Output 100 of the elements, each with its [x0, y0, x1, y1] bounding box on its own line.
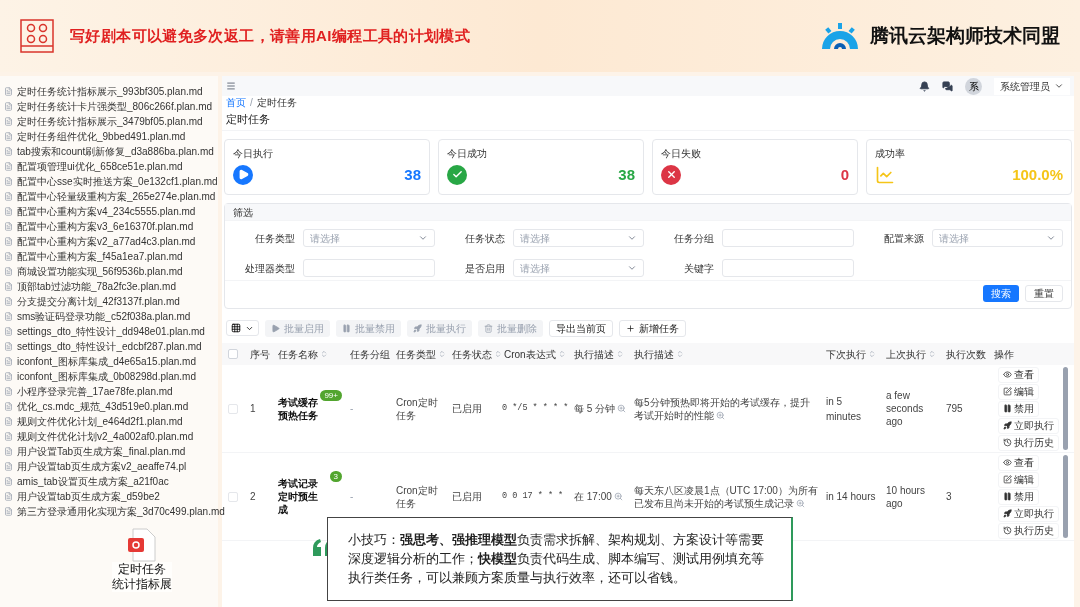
file-name[interactable]: 配置中心重构方案v4_234c5555.plan.md [17, 204, 196, 219]
tip-text: 小技巧：强思考、强推理模型负责需求拆解、架构规划、方案设计等需要深度逻辑分析的工作；快模型负责代码生成、脚本编写、测试用例填充等执行类任务，可以兼顾方案质量与执行效率，还可以省钱。 [348, 531, 765, 587]
zoom-icon[interactable] [716, 411, 725, 421]
table-cell-text: 已启用 [451, 490, 483, 504]
logo-icon [20, 19, 54, 53]
search-button[interactable]: 搜索 [983, 285, 1019, 302]
file-name[interactable]: 用户设置tab页生成方案_d59be2 [17, 489, 160, 504]
user-avatar[interactable]: 系 [965, 77, 982, 95]
field-label: 任务状态 [463, 231, 505, 246]
chat-icon[interactable] [942, 80, 953, 92]
row-checkbox[interactable] [228, 403, 238, 414]
column-header[interactable]: 任务名称 [278, 346, 328, 362]
action-button[interactable]: 编辑 [998, 471, 1039, 488]
file-name[interactable]: 配置中心sse实时推送方案_0e132cf1.plan.md [17, 174, 218, 189]
file-name[interactable]: 用户设置tab页生成方案v2_aeaffe74.pl [17, 459, 187, 474]
action-button[interactable]: 禁用 [998, 488, 1039, 505]
input-field[interactable] [303, 259, 435, 277]
file-name[interactable]: iconfont_图标库集成_0b08298d.plan.md [17, 369, 196, 384]
file-icon [4, 327, 13, 336]
row-checkbox[interactable] [228, 491, 238, 502]
table-cell-text: in 5 minutes [825, 394, 862, 424]
action-button[interactable]: 查看 [998, 454, 1039, 471]
file-name[interactable]: 定时任务组件优化_9bbed491.plan.md [17, 129, 186, 144]
file-name[interactable]: 第三方登录通用化实现方案_3d70c499.plan.md [17, 504, 225, 519]
file-name[interactable]: 分支提交分离计划_42f3137f.plan.md [17, 294, 180, 309]
file-name[interactable]: settings_dto_特性设计_dd948e01.plan.md [17, 324, 205, 339]
action-button[interactable]: 编辑 [998, 383, 1039, 400]
file-name[interactable]: 顶部tab过滤功能_78a2fc3e.plan.md [17, 279, 176, 294]
column-header: 操作 [994, 347, 1014, 362]
action-button[interactable]: 执行历史 [998, 522, 1059, 539]
stat-label: 今日失败 [661, 147, 702, 161]
history-icon [1003, 526, 1012, 535]
file-icon [4, 252, 13, 261]
column-header[interactable]: 执行描述 [574, 346, 624, 362]
input-field[interactable] [722, 229, 854, 247]
file-name[interactable]: 优化_cs.mdc_规范_43d519e0.plan.md [17, 399, 189, 414]
file-icon [4, 462, 13, 471]
file-name[interactable]: 配置项管理ui优化_658ce51e.plan.md [17, 159, 183, 174]
table-cell-text: 在 17:00 [574, 490, 612, 504]
bell-icon[interactable] [919, 80, 930, 92]
user-menu-button[interactable]: 系统管理员 [994, 77, 1070, 95]
file-name[interactable]: 定时任务统计指标展示_3479bf05.plan.md [17, 114, 203, 129]
column-header[interactable]: 任务状态 [452, 346, 502, 362]
eye-icon [1003, 370, 1012, 379]
table-cell-text: a few seconds ago [885, 389, 925, 428]
file-name[interactable]: 规则文件优化计划v2_4a002af0.plan.md [17, 429, 194, 444]
stat-value: 0 [840, 164, 849, 185]
file-name[interactable]: 用户设置Tab页生成方案_final.plan.md [17, 444, 186, 459]
scrollbar[interactable] [1063, 455, 1068, 538]
rocket-icon [1003, 421, 1012, 430]
file-name[interactable]: settings_dto_特性设计_edcbf287.plan.md [17, 339, 202, 354]
sort-icon [868, 350, 876, 358]
file-icon [4, 132, 13, 141]
pause-icon [1003, 492, 1012, 501]
chevron-down-icon [1046, 233, 1056, 243]
column-header[interactable]: 上次执行 [886, 346, 936, 362]
reset-button[interactable]: 重置 [1025, 285, 1063, 302]
menu-icon[interactable] [226, 81, 236, 91]
action-button[interactable]: 执行历史 [998, 434, 1059, 451]
file-name[interactable]: sms验证码登录功能_c52f038a.plan.md [17, 309, 191, 324]
action-button[interactable]: 查看 [998, 366, 1039, 383]
file-name[interactable]: 定时任务统计卡片强类型_806c266f.plan.md [17, 99, 213, 114]
file-name[interactable]: 配置中心重构方案v2_a77ad4c3.plan.md [17, 234, 196, 249]
scrollbar[interactable] [1063, 367, 1068, 450]
toolbar-button[interactable]: 新增任务 [619, 319, 686, 337]
file-name[interactable]: 规则文件优化计划_e464d2f1.plan.md [17, 414, 183, 429]
action-button[interactable]: 立即执行 [998, 505, 1059, 522]
file-name[interactable]: 商城设置功能实现_56f9536b.plan.md [17, 264, 183, 279]
zoom-icon[interactable] [613, 492, 623, 501]
file-icon [4, 192, 13, 201]
file-icon [4, 102, 13, 111]
file-icon [4, 492, 13, 501]
file-icon [4, 417, 13, 426]
file-name[interactable]: iconfont_图标库集成_d4e65a15.plan.md [17, 354, 196, 369]
file-icon [4, 372, 13, 381]
file-name[interactable]: amis_tab设置页生成方案_a21f0ac [17, 474, 169, 489]
zoom-icon[interactable] [617, 404, 627, 413]
toolbar-button[interactable]: 导出当前页 [549, 319, 613, 337]
action-button[interactable]: 立即执行 [998, 417, 1059, 434]
file-name[interactable]: 配置中心轻量级重构方案_265e274e.plan.md [17, 189, 216, 204]
select-all-checkbox[interactable] [228, 349, 238, 359]
file-name[interactable]: 定时任务统计指标展示_993bf305.plan.md [17, 84, 203, 99]
column-header[interactable]: Cron表达式 [504, 346, 566, 362]
zoom-icon[interactable] [796, 499, 805, 509]
file-icon [4, 222, 13, 231]
column-settings-button[interactable] [226, 320, 259, 336]
chevron-down-icon [1054, 81, 1064, 91]
stat-label: 今日成功 [447, 147, 488, 161]
breadcrumb-link[interactable]: 首页 [226, 95, 246, 110]
column-header[interactable]: 下次执行 [826, 346, 876, 362]
action-button[interactable]: 禁用 [998, 400, 1039, 417]
sort-icon [676, 350, 684, 358]
column-header[interactable]: 任务类型 [396, 346, 446, 362]
file-name[interactable]: tab搜索和count刷新修复_d3a886ba.plan.md [17, 144, 214, 159]
file-name[interactable]: 小程序登录完善_17ae78fe.plan.md [17, 384, 173, 399]
column-header[interactable]: 执行描述 [634, 346, 684, 362]
file-name[interactable]: 配置中心重构方案_f45a1ea7.plan.md [17, 249, 183, 264]
input-field[interactable] [722, 259, 854, 277]
file-name[interactable]: 配置中心重构方案v3_6e16370f.plan.md [17, 219, 194, 234]
table-cell-text: 1 [249, 402, 257, 416]
